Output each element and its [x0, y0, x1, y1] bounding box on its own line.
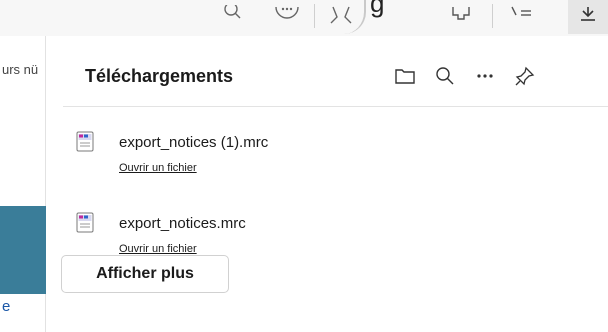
panel-divider: [63, 106, 608, 107]
search-icon[interactable]: [425, 60, 465, 92]
page-banner: [0, 206, 46, 294]
download-file-name: export_notices (1).mrc: [119, 134, 269, 151]
open-file-link[interactable]: Ouvrir un fichier: [119, 243, 197, 255]
file-icon: [76, 212, 94, 233]
browser-window: g urs nü e Téléchargements export_notice…: [0, 0, 608, 332]
page-content-fragment: urs nü e: [0, 36, 46, 332]
download-file-name: export_notices.mrc: [119, 215, 246, 232]
show-more-button[interactable]: Afficher plus: [61, 255, 229, 293]
file-icon: [76, 131, 94, 152]
page-text: urs nü: [2, 62, 39, 77]
toolbar-separator: [314, 4, 315, 28]
favorite-icon[interactable]: [326, 0, 356, 30]
download-button[interactable]: [568, 0, 608, 34]
search-icon[interactable]: [218, 0, 248, 30]
pin-icon[interactable]: [505, 60, 545, 92]
download-icon: [581, 7, 595, 21]
more-icon[interactable]: [465, 60, 505, 92]
downloads-panel: Téléchargements export_notices (1).mrc O…: [47, 36, 608, 332]
panel-actions: [385, 60, 545, 92]
open-file-link[interactable]: Ouvrir un fichier: [119, 162, 197, 174]
favorites-list-icon[interactable]: [507, 0, 537, 30]
page-link[interactable]: e: [2, 298, 10, 315]
browser-toolbar: g: [0, 0, 608, 36]
folder-icon[interactable]: [385, 60, 425, 92]
toolbar-separator: [492, 4, 493, 28]
tooltip-text: g: [370, 0, 385, 18]
emoji-icon[interactable]: [272, 0, 302, 30]
download-item[interactable]: export_notices (1).mrc Ouvrir un fichier: [75, 129, 555, 189]
panel-title: Téléchargements: [85, 66, 234, 86]
extensions-icon[interactable]: [446, 0, 476, 30]
